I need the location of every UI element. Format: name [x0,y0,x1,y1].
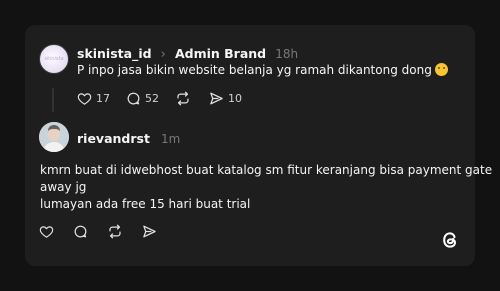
comment-icon [74,225,87,238]
reply-time: 1m [161,132,181,146]
avatar-logo: skinista [44,56,64,62]
post-body: P inpo jasa bikin website belanja yg ram… [77,62,448,79]
heart-icon [39,226,54,238]
repost-icon [109,224,121,239]
like-count: 17 [96,92,110,105]
reply-text-line: away jg [40,180,87,194]
reply-repost-button[interactable] [107,224,123,239]
like-button[interactable]: 17 [77,91,110,106]
post-username[interactable]: skinista_id [77,46,152,61]
reply-count: 52 [145,92,159,105]
share-button[interactable]: 10 [209,91,242,106]
post-text: P inpo jasa bikin website belanja yg ram… [77,63,432,77]
reply-username[interactable]: rievandrst [77,131,150,146]
post-reposter[interactable]: Admin Brand [175,46,266,61]
post-time: 18h [275,47,299,61]
reply-header: rievandrst 1m [77,128,180,147]
heart-icon [77,93,92,105]
person-photo-icon [39,122,69,152]
reply-share-button[interactable] [142,224,157,239]
reply-text-line: kmrn buat di idwebhost buat katalog sm f… [40,163,493,177]
thread-line [52,88,54,112]
share-count: 10 [228,92,242,105]
send-icon [143,225,156,238]
repost-icon [177,91,189,106]
reply-button[interactable]: 52 [126,91,159,106]
reply-body: kmrn buat di idwebhost buat katalog sm f… [40,162,493,213]
send-icon [210,92,223,105]
threads-logo-icon[interactable] [440,230,460,254]
reply-text-line: lumayan ada free 15 hari buat trial [40,197,251,211]
comment-icon [127,92,140,105]
avatar-rievandrst[interactable] [39,122,69,152]
repost-button[interactable] [175,91,191,106]
post-header: skinista_id › Admin Brand 18h [77,43,298,62]
reply-comment-button[interactable] [73,224,88,239]
thread-card: skinista skinista_id › Admin Brand 18h P… [25,25,493,266]
reply-like-button[interactable] [39,224,54,239]
hugging-face-emoji-icon [434,63,448,76]
avatar-skinista[interactable]: skinista [39,44,69,74]
chevron-right-icon: › [160,47,166,62]
